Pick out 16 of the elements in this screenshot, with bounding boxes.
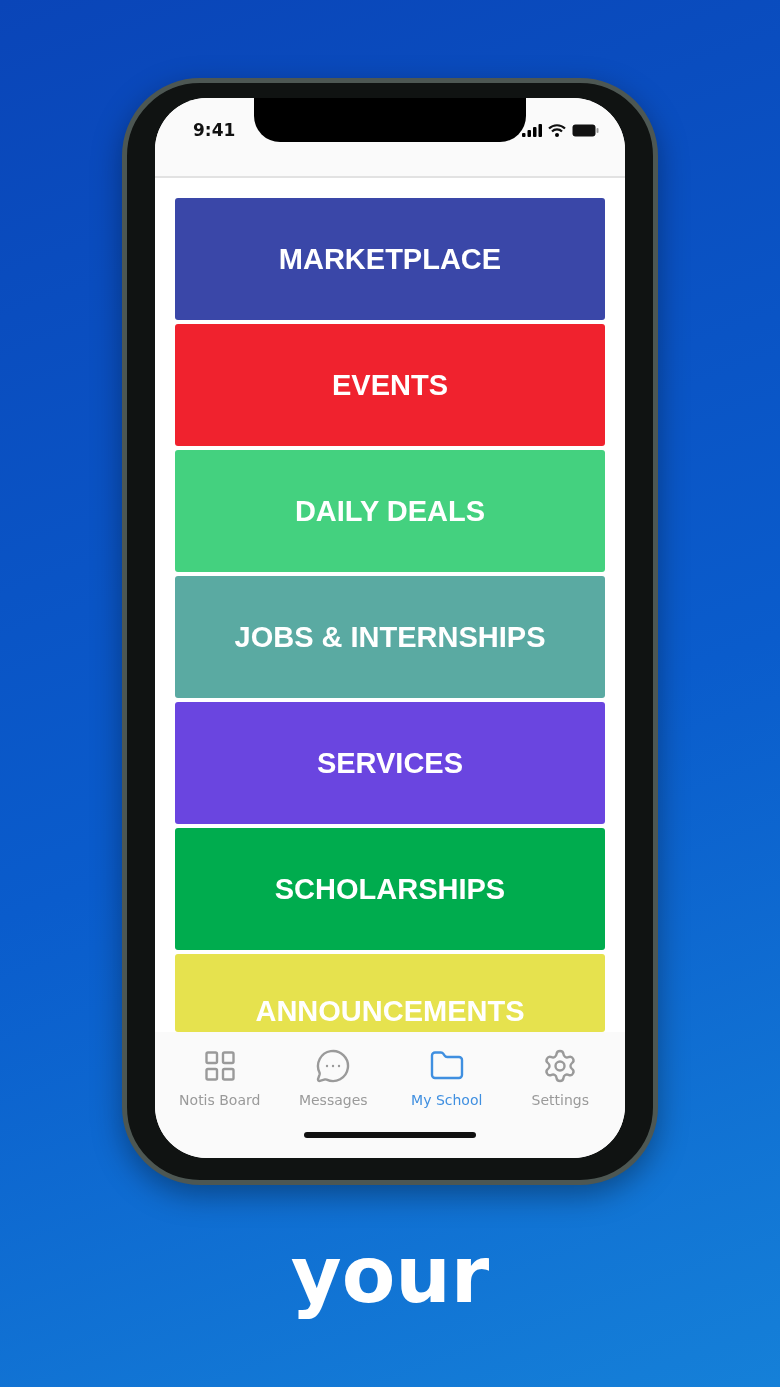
caption: your [290, 1229, 490, 1322]
category-tile[interactable]: MARKETPLACE [175, 198, 605, 320]
signal-icon [522, 124, 542, 137]
category-tile[interactable]: SCHOLARSHIPS [175, 828, 605, 950]
status-time: 9:41 [193, 120, 236, 142]
wifi-icon [548, 124, 566, 137]
tab[interactable]: Messages [278, 1044, 389, 1112]
chat-bubble-icon [315, 1048, 352, 1084]
tab[interactable]: My School [391, 1044, 502, 1112]
tab[interactable]: Notis Board [164, 1044, 275, 1112]
category-tile[interactable]: DAILY DEALS [175, 450, 605, 572]
category-tile[interactable]: EVENTS [175, 324, 605, 446]
battery-icon [572, 124, 599, 137]
tab[interactable]: Settings [505, 1044, 616, 1112]
category-tile[interactable]: JOBS & INTERNSHIPS [175, 576, 605, 698]
category-tile[interactable]: SERVICES [175, 702, 605, 824]
